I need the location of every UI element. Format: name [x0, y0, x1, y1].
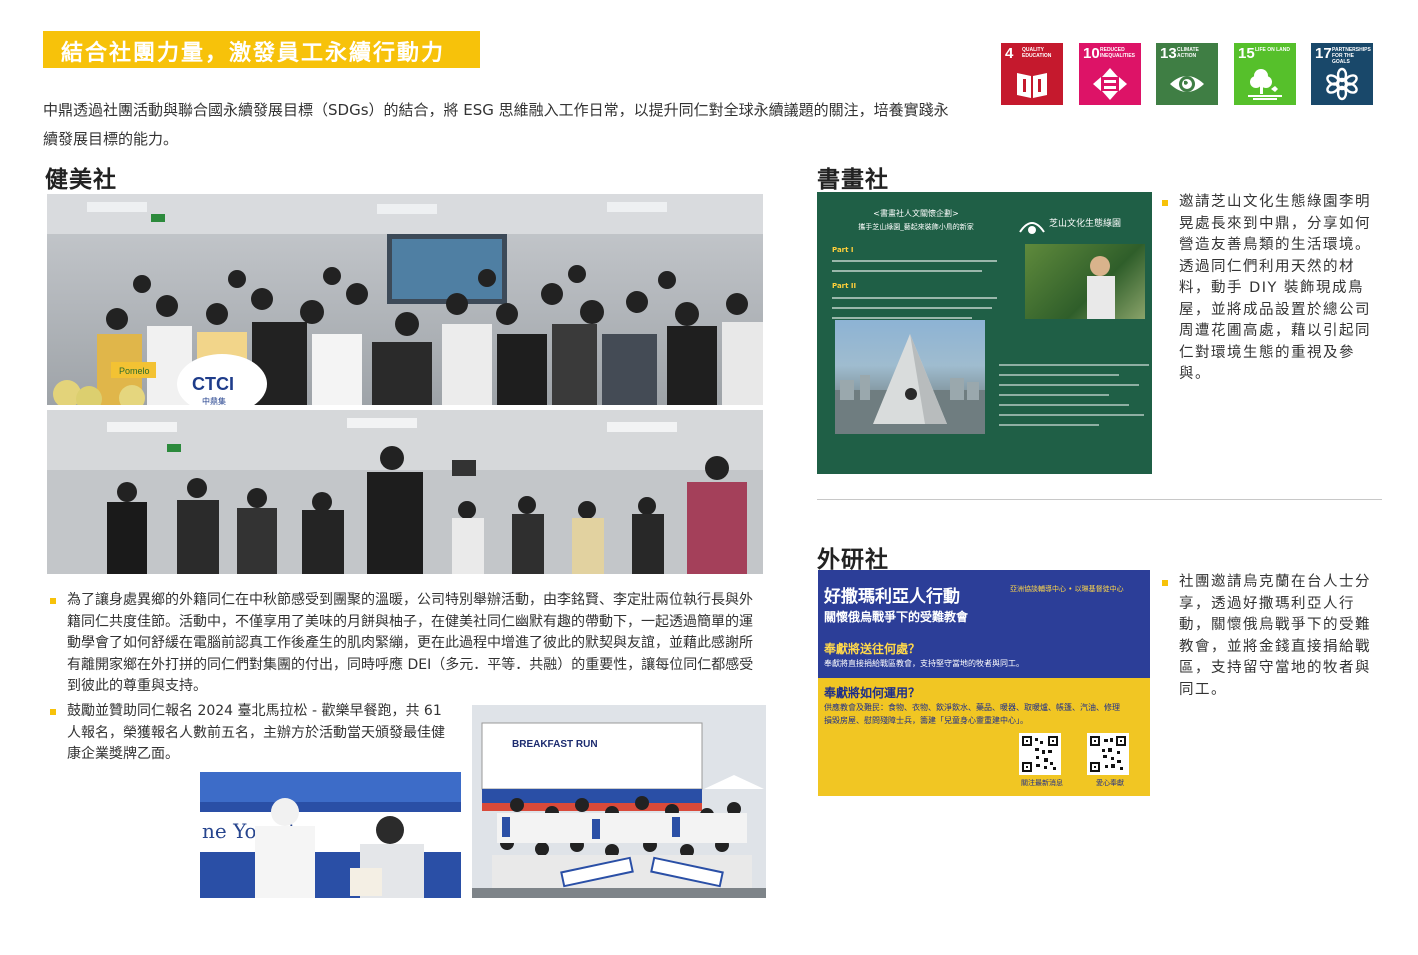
- poster-subtitle: 攜手芝山綠園_藝起來裝飾小鳥的新家: [858, 223, 974, 231]
- marathon-award-photo: ne Yo mits: [200, 772, 461, 898]
- poster-info-line: [999, 404, 1129, 406]
- poster-question-2: 奉獻將如何運用？: [824, 686, 921, 700]
- poster-main-title: 好撒瑪利亞人行動: [824, 587, 960, 607]
- poster-line: [832, 307, 992, 309]
- art-club-heading: 書畫社: [817, 167, 889, 193]
- rings-icon: [1326, 67, 1358, 101]
- marathon-banner-text: BREAKFAST RUN: [512, 739, 598, 750]
- eye-globe-icon: [1170, 76, 1204, 92]
- sdg-4-tile: 4 QUALITY EDUCATION: [1001, 43, 1063, 105]
- art-club-bullet: 邀請芝山文化生態綠園李明晃處長來到中鼎，分享如何營造友善鳥類的生活環境。透過同仁…: [1158, 192, 1380, 386]
- poster-part-1: Part I: [832, 246, 854, 254]
- fitness-bullet-2: 鼓勵並贊助同仁報名 2024 臺北馬拉松 - 歡樂早餐跑，共 61 人報名，榮獲…: [46, 701, 456, 766]
- fitness-bullet-1: 為了讓身處異鄉的外籍同仁在中秋節感受到團聚的溫暖，公司特別舉辦活動，由李銘賢、李…: [46, 590, 762, 698]
- poster-info-line: [999, 384, 1139, 386]
- research-club-heading: 外研社: [817, 547, 889, 573]
- fitness-club-heading: 健美社: [45, 167, 117, 193]
- zhishan-logo: 芝山文化生態綠園: [1017, 212, 1147, 240]
- award-photo-illustration: ne Yo mits: [200, 772, 461, 898]
- sdg-15-tile: 15 LIFE ON LAND: [1234, 43, 1296, 105]
- poster-title: <書畫社人文關懷企劃>: [873, 209, 959, 218]
- zhishan-logo-text: 芝山文化生態綠園: [1049, 219, 1122, 229]
- intro-paragraph: 中鼎透過社團活動與聯合國永續發展目標（SDGs）的結合，將 ESG 思維融入工作…: [43, 101, 949, 148]
- equality-icon: [1093, 68, 1127, 100]
- poster-question-1: 奉獻將送往何處？: [824, 642, 921, 656]
- art-club-bullet-list: 邀請芝山文化生態綠園李明晃處長來到中鼎，分享如何營造友善鳥類的生活環境。透過同仁…: [1158, 192, 1380, 386]
- sdg-17-tile: 17 PARTNERSHIPS FOR THE GOALS: [1311, 43, 1373, 105]
- poster-subtitle: 關懷俄烏戰爭下的受難教會: [824, 610, 969, 624]
- qr-label-donate: 愛心奉獻: [1096, 779, 1124, 787]
- poster-answer-1: 奉獻將直接捐給戰區教會，支持堅守當地的牧者與同工。: [824, 659, 1024, 668]
- marathon-group-photo: BREAKFAST RUN: [472, 705, 766, 898]
- bird-logo-icon: [1019, 222, 1045, 234]
- pomelo-tag: Pomelo: [119, 366, 150, 376]
- research-club-bullet: 社團邀請烏克蘭在台人士分享，透過好撒瑪利亞人行動，關懷俄烏戰爭下的受難教會，並將…: [1158, 572, 1380, 701]
- poster-birdhouse-photo: [835, 320, 985, 434]
- group-photo-illustration: Pomelo CTCI 中鼎集: [47, 194, 763, 405]
- poster-info-line: [999, 394, 1109, 396]
- poster-line: [832, 317, 972, 319]
- ctci-sign: CTCI: [192, 374, 234, 394]
- poster-part-2: Part II: [832, 282, 857, 290]
- poster-line: [832, 270, 982, 272]
- poster-organizer: 亞洲協談輔導中心 • 以琳基督徒中心: [1010, 585, 1124, 593]
- section-divider: [817, 499, 1382, 500]
- qr-code-donate[interactable]: [1087, 733, 1129, 775]
- qr-code-icon: [1090, 736, 1126, 772]
- sdg-13-tile: 13 CLIMATE ACTION: [1156, 43, 1218, 105]
- poster-answer-2: 供應教會及難民：食物、衣物、飲淨飲水、藥品、暖器、取暖爐、帳篷、汽油、修理損毀房…: [824, 703, 1120, 725]
- speaker-illustration: [1087, 256, 1115, 319]
- page-title: 結合社團力量，激發員工永續行動力: [61, 41, 446, 66]
- fitness-bullet-list: 為了讓身處異鄉的外籍同仁在中秋節感受到團聚的溫暖，公司特別舉辦活動，由李銘賢、李…: [46, 590, 762, 698]
- poster-info-line: [999, 364, 1149, 366]
- fitness-exercise-photo: [47, 410, 763, 574]
- sdg-10-tile: 10 REDUCED INEQUALITIES: [1079, 43, 1141, 105]
- poster-info-line: [999, 414, 1144, 416]
- qr-label-news: 關注最新消息: [1021, 779, 1063, 787]
- poster-speaker-photo: [1025, 244, 1145, 319]
- art-club-poster: <書畫社人文關懷企劃> 攜手芝山綠園_藝起來裝飾小鳥的新家 Part I Par…: [817, 192, 1152, 474]
- ctci-sign-sub: 中鼎集: [202, 396, 226, 405]
- marathon-photo-illustration: BREAKFAST RUN: [472, 705, 766, 898]
- poster-info-line: [999, 424, 1099, 426]
- qr-code-news[interactable]: [1019, 733, 1061, 775]
- exercise-photo-illustration: [47, 410, 763, 574]
- qr-code-icon: [1022, 736, 1058, 772]
- sdg-icon-row: 4 QUALITY EDUCATION 10 REDUCED INEQUALIT…: [1001, 43, 1376, 105]
- research-club-bullet-list: 社團邀請烏克蘭在台人士分享，透過好撒瑪利亞人行動，關懷俄烏戰爭下的受難教會，並將…: [1158, 572, 1380, 701]
- fitness-bullet-list-2: 鼓勵並贊助同仁報名 2024 臺北馬拉松 - 歡樂早餐跑，共 61 人報名，榮獲…: [46, 701, 456, 766]
- birdhouse-illustration: [835, 334, 985, 434]
- fitness-group-photo: Pomelo CTCI 中鼎集: [47, 194, 763, 405]
- page-title-bar: 結合社團力量，激發員工永續行動力: [43, 31, 480, 68]
- poster-line: [832, 260, 997, 262]
- poster-info-line: [999, 374, 1119, 376]
- book-icon: [1017, 73, 1047, 98]
- research-club-poster: 好撒瑪利亞人行動 關懷俄烏戰爭下的受難教會 亞洲協談輔導中心 • 以琳基督徒中心…: [818, 570, 1150, 796]
- tree-icon: [1248, 69, 1282, 100]
- poster-line: [832, 297, 997, 299]
